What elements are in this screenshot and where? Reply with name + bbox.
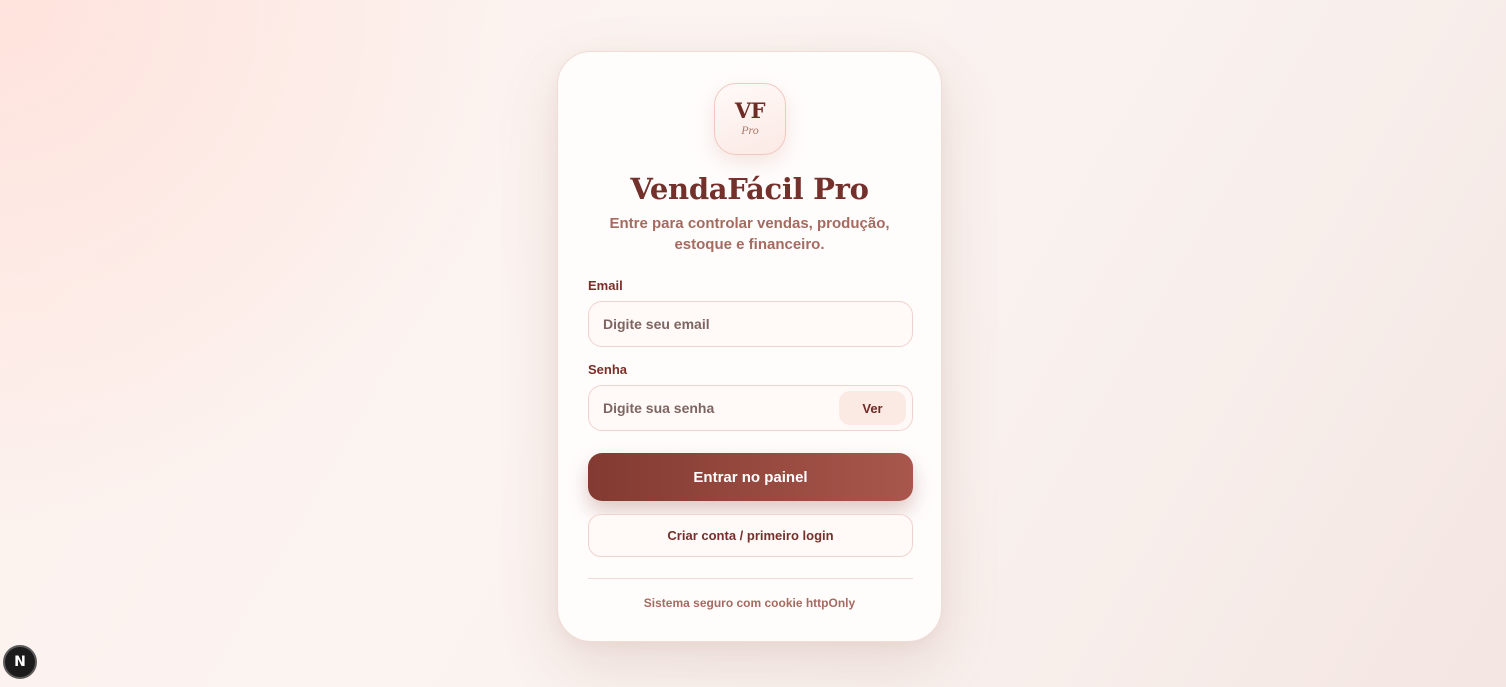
- security-note: Sistema seguro com cookie httpOnly: [643, 596, 856, 610]
- logo-initials: VF: [734, 98, 766, 123]
- login-subtitle: Entre para controlar vendas, produção, e…: [609, 215, 890, 253]
- app-logo: VF Pro: [714, 83, 786, 155]
- show-password-button[interactable]: Ver: [839, 391, 906, 425]
- email-label: Email: [588, 278, 623, 293]
- email-field-wrapper: [588, 301, 913, 347]
- app-title: VendaFácil Pro: [630, 172, 869, 206]
- logo-suffix: Pro: [741, 123, 759, 137]
- email-input[interactable]: [589, 302, 912, 346]
- password-input[interactable]: [589, 386, 834, 430]
- create-account-button[interactable]: Criar conta / primeiro login: [588, 514, 913, 557]
- password-label: Senha: [588, 362, 628, 377]
- nextjs-icon[interactable]: N: [3, 645, 37, 679]
- password-field-wrapper: Ver: [588, 385, 913, 431]
- login-card: VF Pro VendaFácil Pro Entre para control…: [557, 51, 942, 642]
- login-submit-button[interactable]: Entrar no painel: [588, 453, 913, 501]
- divider: [588, 578, 913, 579]
